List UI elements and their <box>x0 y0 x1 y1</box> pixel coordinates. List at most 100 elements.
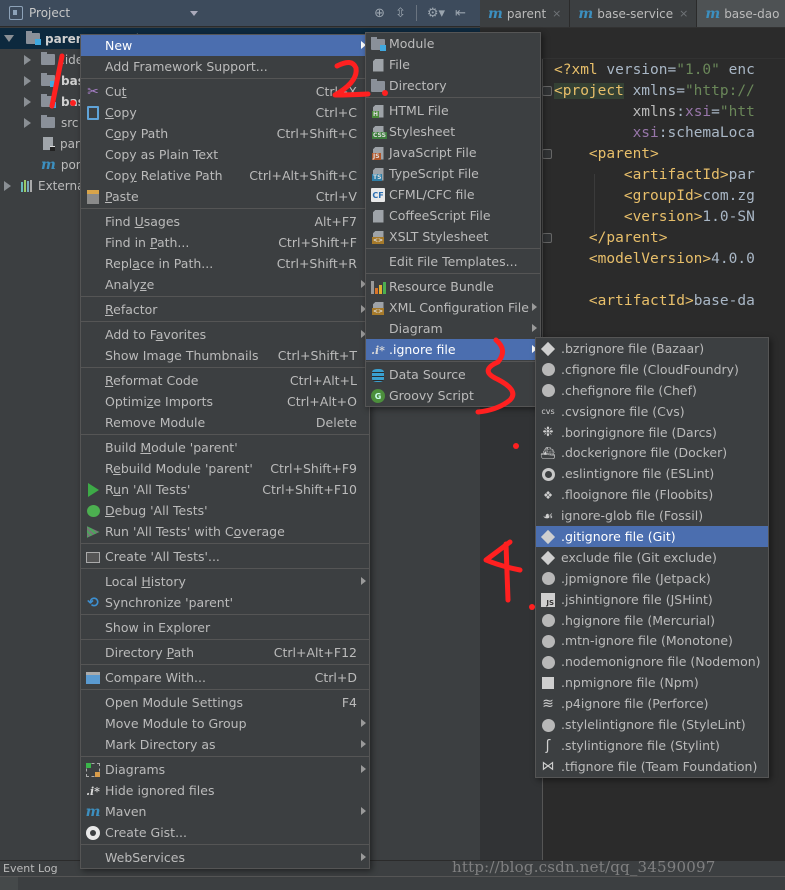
expand-arrow-icon[interactable] <box>24 54 31 65</box>
menu-item-find-usages[interactable]: Find Usages Alt+F7 <box>81 211 369 232</box>
menu-item-add-framework-support[interactable]: Add Framework Support... <box>81 56 369 77</box>
menu-item-paste[interactable]: Paste Ctrl+V <box>81 186 369 207</box>
code-line[interactable]: <artifactId>base-da <box>554 291 755 312</box>
menu-item-find-in-path[interactable]: Find in Path... Ctrl+Shift+F <box>81 232 369 253</box>
menu-item-webservices[interactable]: WebServices <box>81 847 369 868</box>
view-dropdown-icon[interactable] <box>190 11 198 16</box>
menu-item-local-history[interactable]: Local History <box>81 571 369 592</box>
menu-item-xml-configuration-file[interactable]: <> XML Configuration File <box>366 297 540 318</box>
fold-marker-icon[interactable] <box>542 149 552 159</box>
menu-item-tfignore-file-team-foundation[interactable]: ⋈ .tfignore file (Team Foundation) <box>536 756 768 777</box>
menu-item-typescript-file[interactable]: TS TypeScript File <box>366 163 540 184</box>
code-line[interactable]: </parent> <box>554 228 755 249</box>
collapse-all-icon[interactable]: ⇳ <box>395 6 406 21</box>
menu-item-npmignore-file-npm[interactable]: .npmignore file (Npm) <box>536 672 768 693</box>
expand-arrow-icon[interactable] <box>4 35 14 42</box>
menu-item-coffeescript-file[interactable]: CoffeeScript File <box>366 205 540 226</box>
menu-item-cfml-cfc-file[interactable]: CF CFML/CFC file <box>366 184 540 205</box>
menu-item-module[interactable]: Module <box>366 33 540 54</box>
menu-item-edit-file-templates[interactable]: Edit File Templates... <box>366 251 540 272</box>
menu-item-mtn-ignore-file-monotone[interactable]: .mtn-ignore file (Monotone) <box>536 630 768 651</box>
menu-item-ignore-file[interactable]: .i* .ignore file <box>366 339 540 360</box>
menu-item-cvsignore-file-cvs[interactable]: cvs .cvsignore file (Cvs) <box>536 401 768 422</box>
tab-parent[interactable]: m parent × <box>480 0 571 27</box>
menu-item-xslt-stylesheet[interactable]: <> XSLT Stylesheet <box>366 226 540 247</box>
menu-item-copy-path[interactable]: Copy Path Ctrl+Shift+C <box>81 123 369 144</box>
menu-item-remove-module[interactable]: Remove Module Delete <box>81 412 369 433</box>
code-line[interactable]: xmlns:xsi="htt <box>554 102 755 123</box>
expand-arrow-icon[interactable] <box>24 96 31 107</box>
menu-item-jshintignore-file-jshint[interactable]: JS .jshintignore file (JSHint) <box>536 589 768 610</box>
code-line[interactable]: xsi:schemaLoca <box>554 123 755 144</box>
tab-base-dao[interactable]: m base-dao × <box>697 0 785 27</box>
menu-item-analyze[interactable]: Analyze <box>81 274 369 295</box>
fold-marker-icon[interactable] <box>542 86 552 96</box>
menu-item-diagrams[interactable]: Diagrams <box>81 759 369 780</box>
menu-item-flooignore-file-floobits[interactable]: ❖ .flooignore file (Floobits) <box>536 484 768 505</box>
menu-item-data-source[interactable]: Data Source <box>366 364 540 385</box>
menu-item-show-in-explorer[interactable]: Show in Explorer <box>81 617 369 638</box>
menu-item-optimize-imports[interactable]: Optimize Imports Ctrl+Alt+O <box>81 391 369 412</box>
menu-item-create-all-tests[interactable]: Create 'All Tests'... <box>81 546 369 567</box>
menu-item-stylintignore-file-stylint[interactable]: ʃ .stylintignore file (Stylint) <box>536 735 768 756</box>
menu-item-stylesheet[interactable]: CSS Stylesheet <box>366 121 540 142</box>
code-line[interactable]: <parent> <box>554 144 755 165</box>
event-log-button[interactable]: Event Log <box>3 862 58 875</box>
menu-item-diagram[interactable]: Diagram <box>366 318 540 339</box>
status-toggle-button[interactable] <box>0 877 18 890</box>
menu-item-run-all-tests[interactable]: Run 'All Tests' Ctrl+Shift+F10 <box>81 479 369 500</box>
menu-item-copy-relative-path[interactable]: Copy Relative Path Ctrl+Alt+Shift+C <box>81 165 369 186</box>
code-content[interactable]: <?xml version="1.0" enc <project xmlns="h… <box>554 60 755 312</box>
expand-arrow-icon[interactable] <box>24 75 31 86</box>
code-line[interactable]: <modelVersion>4.0.0 <box>554 249 755 270</box>
code-line[interactable]: <project xmlns="http:// <box>554 81 755 102</box>
expand-arrow-icon[interactable] <box>24 117 31 128</box>
menu-item-mark-directory-as[interactable]: Mark Directory as <box>81 734 369 755</box>
menu-item-show-image-thumbnails[interactable]: Show Image Thumbnails Ctrl+Shift+T <box>81 345 369 366</box>
menu-item-copy-as-plain-text[interactable]: Copy as Plain Text <box>81 144 369 165</box>
code-line[interactable]: <?xml version="1.0" enc <box>554 60 755 81</box>
menu-item-debug-all-tests[interactable]: Debug 'All Tests' <box>81 500 369 521</box>
menu-item-exclude-file-git-exclude[interactable]: exclude file (Git exclude) <box>536 547 768 568</box>
menu-item-build-module-parent[interactable]: Build Module 'parent' <box>81 437 369 458</box>
menu-item-run-all-tests-with-coverage[interactable]: Run 'All Tests' with Coverage <box>81 521 369 542</box>
menu-item-jpmignore-file-jetpack[interactable]: .jpmignore file (Jetpack) <box>536 568 768 589</box>
menu-item-nodemonignore-file-nodemon[interactable]: .nodemonignore file (Nodemon) <box>536 651 768 672</box>
menu-item-javascript-file[interactable]: JS JavaScript File <box>366 142 540 163</box>
code-line[interactable]: <groupId>com.zg <box>554 186 755 207</box>
menu-item-gitignore-file-git[interactable]: .gitignore file (Git) <box>536 526 768 547</box>
menu-item-dockerignore-file-docker[interactable]: ⛴ .dockerignore file (Docker) <box>536 442 768 463</box>
menu-item-reformat-code[interactable]: Reformat Code Ctrl+Alt+L <box>81 370 369 391</box>
menu-item-hide-ignored-files[interactable]: .i* Hide ignored files <box>81 780 369 801</box>
code-line[interactable]: <version>1.0-SN <box>554 207 755 228</box>
menu-item-ignore-glob-file-fossil[interactable]: ☙ ignore-glob file (Fossil) <box>536 505 768 526</box>
menu-item-create-gist[interactable]: Create Gist... <box>81 822 369 843</box>
menu-item-refactor[interactable]: Refactor <box>81 299 369 320</box>
hide-panel-icon[interactable]: ⇤ <box>455 6 466 21</box>
code-line[interactable] <box>554 270 755 291</box>
menu-item-file[interactable]: File <box>366 54 540 75</box>
fold-marker-icon[interactable] <box>542 233 552 243</box>
menu-item-directory-path[interactable]: Directory Path Ctrl+Alt+F12 <box>81 642 369 663</box>
close-icon[interactable]: × <box>679 7 688 20</box>
menu-item-hgignore-file-mercurial[interactable]: .hgignore file (Mercurial) <box>536 610 768 631</box>
menu-item-rebuild-module-parent[interactable]: Rebuild Module 'parent' Ctrl+Shift+F9 <box>81 458 369 479</box>
menu-item-copy[interactable]: Copy Ctrl+C <box>81 102 369 123</box>
expand-arrow-icon[interactable] <box>4 180 11 191</box>
tab-base-service[interactable]: m base-service × <box>570 0 698 27</box>
menu-item-cfignore-file-cloudfoundry[interactable]: .cfignore file (CloudFoundry) <box>536 359 768 380</box>
menu-item-directory[interactable]: Directory <box>366 75 540 96</box>
menu-item-compare-with[interactable]: Compare With... Ctrl+D <box>81 667 369 688</box>
menu-item-replace-in-path[interactable]: Replace in Path... Ctrl+Shift+R <box>81 253 369 274</box>
menu-item-cut[interactable]: ✂ Cut Ctrl+X <box>81 81 369 102</box>
project-view-title[interactable]: Project <box>29 6 70 20</box>
menu-item-p4ignore-file-perforce[interactable]: ≋ .p4ignore file (Perforce) <box>536 693 768 714</box>
menu-item-maven[interactable]: m Maven <box>81 801 369 822</box>
menu-item-stylelintignore-file-stylelint[interactable]: .stylelintignore file (StyleLint) <box>536 714 768 735</box>
menu-item-html-file[interactable]: H HTML File <box>366 100 540 121</box>
menu-item-add-to-favorites[interactable]: Add to Favorites <box>81 324 369 345</box>
locate-icon[interactable]: ⊕ <box>374 6 385 21</box>
menu-item-boringignore-file-darcs[interactable]: ❉ .boringignore file (Darcs) <box>536 422 768 443</box>
menu-item-synchronize-parent[interactable]: ⟲ Synchronize 'parent' <box>81 592 369 613</box>
code-line[interactable]: <artifactId>par <box>554 165 755 186</box>
